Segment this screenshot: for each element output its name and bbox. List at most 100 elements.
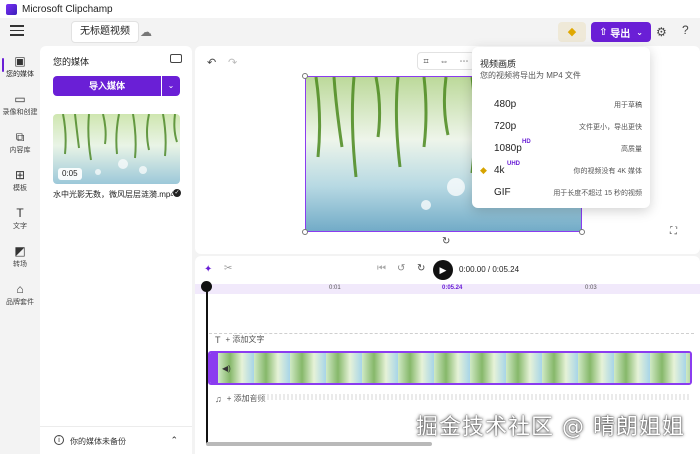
check-icon: ✓: [173, 189, 181, 197]
audio-placeholder: [255, 394, 690, 400]
record-icon: ▭: [14, 92, 26, 106]
templates-icon: ⊞: [14, 168, 26, 182]
resize-handle[interactable]: [302, 73, 308, 79]
music-note-icon: ♫: [215, 393, 222, 404]
sidebar-item-text[interactable]: T 文字: [0, 206, 40, 231]
export-label: 导出: [610, 28, 631, 40]
info-icon: i: [54, 435, 64, 445]
help-icon[interactable]: ?: [682, 23, 689, 37]
sidebar-item-label: 品牌套件: [6, 299, 34, 306]
sidebar-item-label: 模板: [13, 185, 27, 192]
undo-icon[interactable]: ↶: [207, 56, 216, 69]
play-button[interactable]: ▶: [433, 260, 453, 280]
hd-badge: HD: [522, 139, 531, 145]
fullscreen-icon[interactable]: ⛶: [670, 226, 677, 237]
export-button[interactable]: ⇧ 导出 ⌄: [591, 22, 651, 42]
quality-label: 720p: [494, 121, 517, 132]
menu-title: 视频画质: [480, 59, 517, 69]
resize-handle[interactable]: [302, 229, 308, 235]
library-icon: ⧉: [15, 130, 25, 144]
sidebar-item-label: 您的媒体: [6, 71, 34, 78]
sidebar-item-library[interactable]: ⧉ 内容库: [0, 130, 40, 155]
preview-toolbar: ⌗ ⇔ ⋯: [417, 52, 475, 70]
timeline-scrollbar[interactable]: [206, 442, 432, 446]
hamburger-icon[interactable]: [10, 25, 24, 37]
quality-note: 用于草稿: [614, 102, 642, 109]
quality-label: GIF: [494, 187, 511, 198]
clip-filename: 水中光影无数，微风层层涟漪.mp4: [53, 190, 173, 199]
cloud-off-icon[interactable]: ☁: [140, 25, 152, 39]
rotate-icon[interactable]: ↻: [442, 236, 450, 247]
ruler-tick-current: 0:05.24: [442, 285, 463, 291]
sidebar-item-label: 内容库: [9, 147, 31, 154]
watermark-text: 掘金技术社区 @ 晴朗姐姐: [416, 415, 685, 440]
video-track-clip[interactable]: [208, 351, 692, 385]
title-bar: Microsoft Clipchamp: [0, 0, 700, 18]
scissors-icon[interactable]: ✂: [224, 263, 232, 274]
redo-icon[interactable]: ↷: [228, 56, 237, 69]
backup-status-text: 你的媒体未备份: [70, 437, 126, 446]
media-panel-title: 您的媒体: [53, 57, 90, 67]
sparkle-icon[interactable]: ✦: [204, 264, 212, 275]
chevron-up-icon[interactable]: ⌃: [170, 435, 178, 446]
resize-handle[interactable]: [579, 229, 585, 235]
sidebar-item-label: 录像和创建: [2, 109, 38, 116]
sidebar-item-record[interactable]: ▭ 录像和创建: [0, 92, 40, 117]
chevron-down-icon: ⌄: [636, 27, 643, 37]
forward-5-icon[interactable]: ↻: [417, 263, 425, 274]
text-track[interactable]: [209, 333, 694, 343]
transitions-icon: ◩: [14, 244, 26, 258]
volume-icon[interactable]: ◀): [222, 364, 231, 373]
window-title: Microsoft Clipchamp: [22, 3, 113, 15]
time-ruler[interactable]: 0:01 0:05.24 0:03: [195, 284, 700, 294]
collapse-panel-icon[interactable]: [170, 54, 182, 63]
diamond-icon: ◆: [480, 165, 487, 175]
chevron-down-icon[interactable]: ⌄: [162, 76, 180, 96]
quality-note: 高质量: [621, 146, 642, 153]
uhd-badge: UHD: [507, 161, 520, 167]
quality-note: 用于长度不超过 15 秒的视频: [553, 190, 642, 197]
sidebar-item-transitions[interactable]: ◩ 转场: [0, 244, 40, 269]
diamond-icon[interactable]: ◆: [558, 22, 586, 42]
ruler-tick: 0:01: [329, 285, 341, 291]
sidebar-item-label: 转场: [13, 261, 27, 268]
add-text-row[interactable]: T + 添加文字: [215, 334, 264, 345]
more-icon[interactable]: ⋯: [460, 56, 469, 67]
brand-kit-icon: ⌂: [16, 282, 24, 296]
crop-icon[interactable]: ⌗: [423, 56, 428, 67]
sidebar-item-media[interactable]: ▣ 您的媒体: [0, 54, 40, 79]
sidebar-item-label: 文字: [13, 223, 27, 230]
import-media-button[interactable]: 导入媒体: [53, 76, 161, 96]
sidebar-item-brand-kit[interactable]: ⌂ 品牌套件: [0, 282, 40, 307]
export-quality-menu: 视频画质 您的视频将导出为 MP4 文件 480p 用于草稿 720p 文件更小…: [472, 47, 650, 208]
skip-back-icon[interactable]: ⏮: [377, 263, 386, 274]
menu-subtitle: 您的视频将导出为 MP4 文件: [480, 71, 581, 80]
time-display: 0:00.00 / 0:05.24: [459, 265, 520, 274]
add-text-label: + 添加文字: [225, 335, 265, 344]
quality-option-720p[interactable]: 720p 文件更小，导出更快: [472, 116, 650, 138]
clip-duration: 0:05: [58, 168, 82, 180]
ruler-tick: 0:03: [585, 285, 597, 291]
text-icon: T: [215, 334, 221, 345]
quality-option-gif[interactable]: GIF 用于长度不超过 15 秒的视频: [472, 182, 650, 204]
rewind-5-icon[interactable]: ↺: [397, 263, 405, 274]
quality-option-4k[interactable]: ◆ 4k UHD 你的视频没有 4K 媒体: [472, 160, 650, 182]
clipchamp-logo: [6, 3, 17, 15]
fit-icon[interactable]: ⇔: [440, 56, 449, 66]
backup-status-bar[interactable]: i 你的媒体未备份 ⌃: [40, 426, 192, 454]
clip-trim-handle[interactable]: [210, 353, 218, 383]
project-title-field[interactable]: 无标题视频: [71, 21, 139, 43]
quality-label: 1080p: [494, 143, 522, 154]
people-icon[interactable]: ⚙: [656, 25, 667, 39]
upload-icon: ⇧: [599, 26, 611, 38]
sidebar-item-templates[interactable]: ⊞ 模板: [0, 168, 40, 193]
playhead[interactable]: [206, 284, 208, 444]
left-nav: ▣ 您的媒体 ▭ 录像和创建 ⧉ 内容库 ⊞ 模板 T 文字 ◩ 转场 ⌂ 品牌…: [0, 46, 40, 454]
quality-option-1080p[interactable]: 1080p HD 高质量: [472, 138, 650, 160]
top-bar: 无标题视频 ☁ ◆ ⇧ 导出 ⌄ ⚙ ?: [0, 18, 700, 46]
text-icon: T: [16, 206, 24, 220]
clip-filmstrip: [218, 353, 690, 383]
quality-label: 480p: [494, 99, 517, 110]
media-panel: 您的媒体 导入媒体 ⌄ 0:05 水中光影无数，微风层层涟漪.mp4 ✓ i 你: [40, 46, 192, 454]
quality-option-480p[interactable]: 480p 用于草稿: [472, 94, 650, 116]
